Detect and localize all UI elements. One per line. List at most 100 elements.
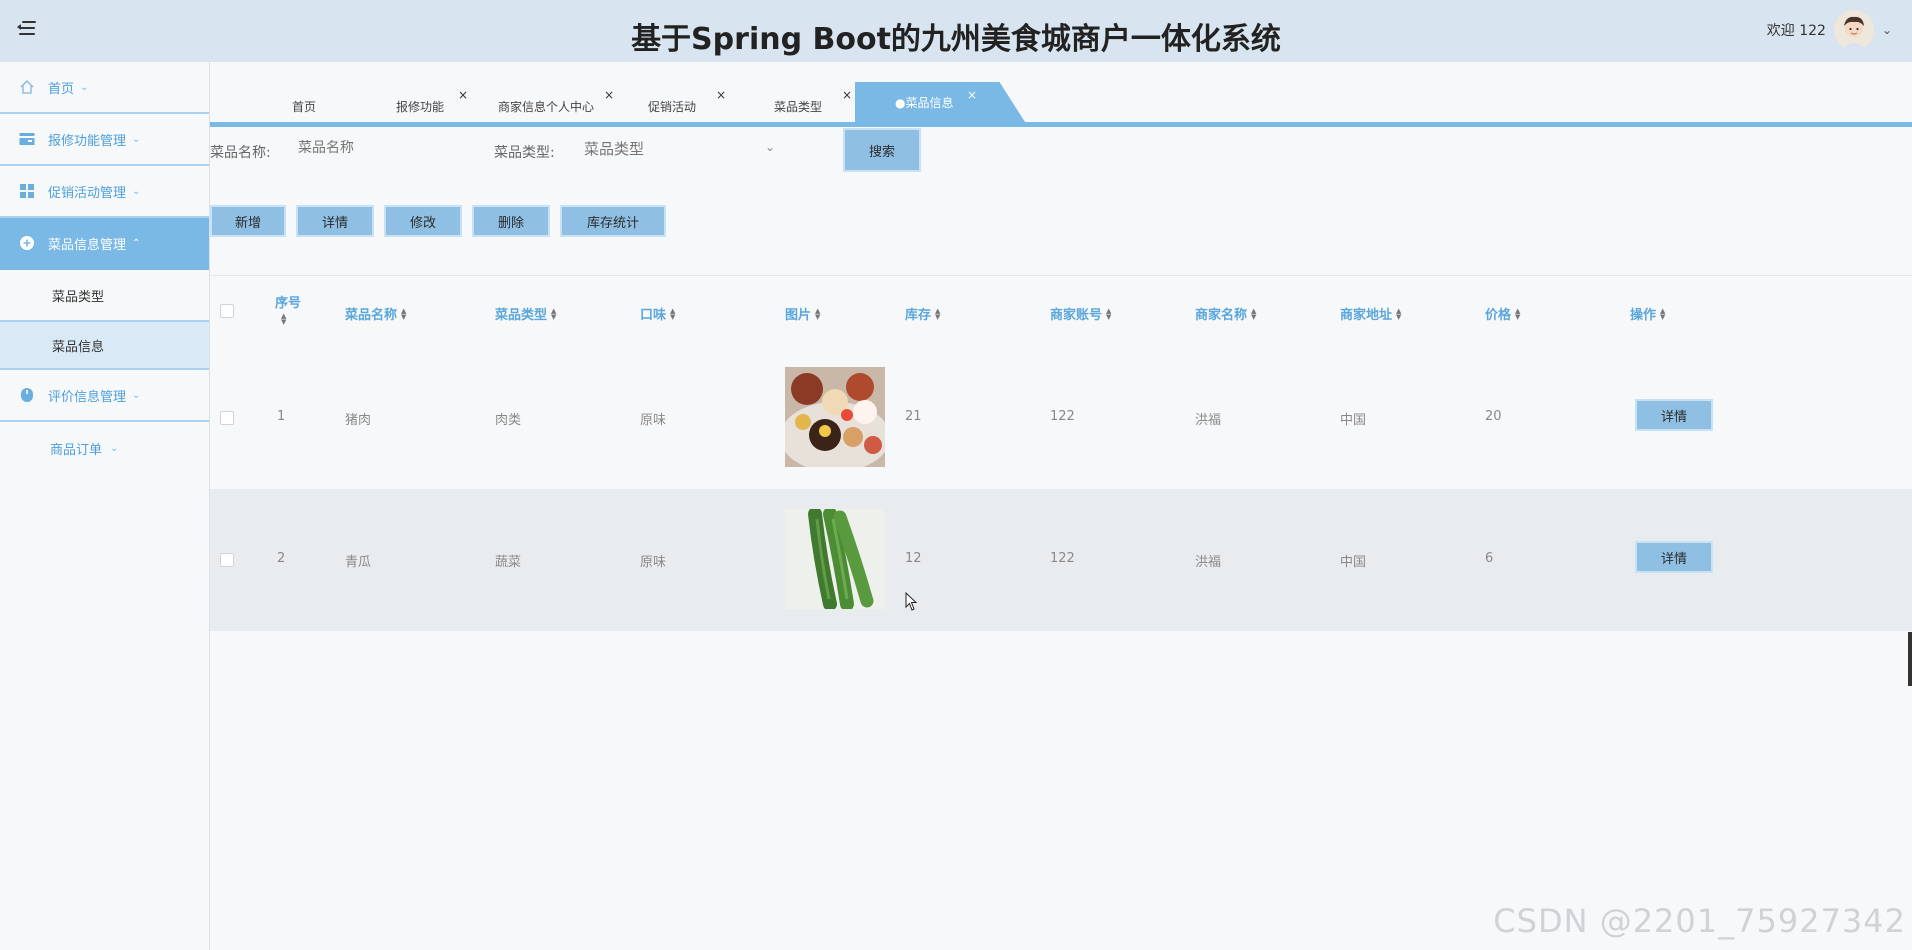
tab-bar: 首页 报修功能 × 商家信息个人中心 × 促销活动 × 菜品类型 × ●菜品信息… [210,80,1912,124]
sort-icon[interactable]: ▲ ▼ [815,307,820,320]
mouse-icon [18,387,36,403]
column-header-type[interactable]: 菜品类型 ▲ ▼ [495,304,556,323]
cell-account: 122 [1050,551,1075,566]
cell-type: 蔬菜 [495,555,522,570]
chevron-down-icon[interactable]: ⌄ [765,140,775,154]
tab-merchant-center[interactable]: 商家信息个人中心 × [498,88,614,120]
sidebar-item-label: 首页 [48,81,75,97]
close-icon[interactable]: × [842,88,852,102]
scrollbar-handle[interactable] [1908,632,1912,686]
column-label: 商家地址 [1340,308,1393,323]
circle-plus-icon [18,235,36,251]
table-header: 序号 ▲ ▼ 菜品名称 ▲ ▼ 菜品类型 ▲ ▼ 口味 ▲ ▼ 图片 ▲ ▼ 库存 ▲ ▼ 商家账号 ▲… [210,275,1912,347]
tab-underline [210,122,1912,127]
delete-button[interactable]: 删除 [472,205,550,237]
sidebar-item-dish-info[interactable]: 菜品信息管理 ⌃ [0,218,209,270]
column-label: 商家名称 [1195,308,1248,323]
cell-stock: 12 [905,551,922,566]
column-label: 图片 [785,308,812,323]
sidebar-item-label: 促销活动管理 [48,185,127,201]
sidebar-item-repair[interactable]: 报修功能管理 ⌄ [0,114,209,166]
cell-flavor: 原味 [640,555,667,570]
dish-name-input[interactable] [298,140,458,156]
chevron-down-icon: ⌄ [132,185,141,197]
user-avatar[interactable] [1833,10,1874,50]
sidebar-item-promotion[interactable]: 促销活动管理 ⌄ [0,166,209,218]
tab-home[interactable]: 首页 [292,92,316,120]
close-icon[interactable]: × [716,88,726,102]
cell-price: 20 [1485,409,1502,424]
select-all-checkbox[interactable] [220,304,234,318]
row-checkbox[interactable] [220,411,234,425]
column-label: 商家账号 [1050,308,1103,323]
column-header-action[interactable]: 操作 ▲ ▼ [1630,304,1665,323]
dish-table: 序号 ▲ ▼ 菜品名称 ▲ ▼ 菜品类型 ▲ ▼ 口味 ▲ ▼ 图片 ▲ ▼ 库存 ▲ ▼ 商家账号 ▲… [210,275,1912,631]
column-label: 操作 [1630,308,1657,323]
column-header-stock[interactable]: 库存 ▲ ▼ [905,304,940,323]
column-header-address[interactable]: 商家地址 ▲ ▼ [1340,304,1401,323]
tab-dish-info[interactable]: ●菜品信息 × [855,82,1025,122]
sidebar-subitem-dish-info[interactable]: 菜品信息 [0,320,209,370]
table-row[interactable]: 2 青瓜 蔬菜 原味 12 122 洪福 中国 6 详情 [210,489,1912,631]
card-icon [18,131,36,147]
welcome-text: 欢迎 122 [1766,23,1826,39]
detail-button[interactable]: 详情 [296,205,374,237]
row-detail-button[interactable]: 详情 [1635,399,1713,431]
cell-address: 中国 [1340,555,1367,570]
sort-icon[interactable]: ▲ ▼ [1660,307,1665,320]
cell-account: 122 [1050,409,1075,424]
sort-icon[interactable]: ▲ ▼ [1251,307,1256,320]
sidebar-subitem-dish-type[interactable]: 菜品类型 [0,270,209,320]
sort-icon[interactable]: ▲ ▼ [1396,307,1401,320]
tab-label: ●菜品信息 [895,95,954,110]
tab-repair[interactable]: 报修功能 × [396,88,468,120]
row-checkbox[interactable] [220,553,234,567]
column-header-account[interactable]: 商家账号 ▲ ▼ [1050,304,1111,323]
sidebar-item-review[interactable]: 评价信息管理 ⌄ [0,370,209,422]
column-header-flavor[interactable]: 口味 ▲ ▼ [640,304,675,323]
sidebar-item-home[interactable]: 首页 ⌄ [0,62,209,114]
sort-icon[interactable]: ▲ ▼ [935,307,940,320]
chevron-up-icon: ⌃ [132,237,141,249]
search-button[interactable]: 搜索 [843,128,921,172]
sidebar-item-orders[interactable]: 商品订单 ⌄ [0,422,209,474]
sort-icon[interactable]: ▲ ▼ [281,313,286,326]
row-detail-button[interactable]: 详情 [1635,541,1713,573]
sort-icon[interactable]: ▲ ▼ [401,307,406,320]
close-icon[interactable]: × [604,88,614,102]
sort-icon[interactable]: ▲ ▼ [670,307,675,320]
dish-type-label: 菜品类型: [494,145,555,161]
dish-type-select[interactable] [584,140,744,158]
stock-stats-button[interactable]: 库存统计 [560,205,666,237]
tab-label: 商家信息个人中心 [498,99,595,114]
user-menu[interactable]: 欢迎 122 ⌄ [1767,10,1892,50]
edit-button[interactable]: 修改 [384,205,462,237]
grid-icon [18,183,36,199]
chevron-down-icon[interactable]: ⌄ [1882,23,1892,37]
sort-icon[interactable]: ▲ ▼ [551,307,556,320]
cell-index: 1 [277,409,286,424]
column-label: 口味 [640,308,667,323]
chevron-down-icon: ⌄ [80,81,89,93]
cell-type: 肉类 [495,413,522,428]
cell-stock: 21 [905,409,922,424]
close-icon[interactable]: × [967,88,977,102]
column-header-merchant[interactable]: 商家名称 ▲ ▼ [1195,304,1256,323]
column-label: 菜品名称 [345,308,398,323]
chevron-down-icon: ⌄ [110,442,119,454]
column-header-image[interactable]: 图片 ▲ ▼ [785,304,820,323]
sort-icon[interactable]: ▲ ▼ [1515,307,1520,320]
column-header-name[interactable]: 菜品名称 ▲ ▼ [345,304,406,323]
column-label: 菜品类型 [495,308,548,323]
dessert-photo [785,367,885,467]
cell-address: 中国 [1340,413,1367,428]
mouse-cursor-icon [905,591,919,616]
column-header-index[interactable]: 序号 ▲ ▼ [275,292,301,326]
close-icon[interactable]: × [458,88,468,102]
add-button[interactable]: 新增 [210,205,286,237]
tab-promotion[interactable]: 促销活动 × [648,88,726,120]
sort-icon[interactable]: ▲ ▼ [1106,307,1111,320]
tab-dish-type[interactable]: 菜品类型 × [774,88,852,120]
table-row[interactable]: 1 猪肉 肉类 原味 21 122 洪福 中国 20 详情 [210,347,1912,489]
column-header-price[interactable]: 价格 ▲ ▼ [1485,304,1520,323]
